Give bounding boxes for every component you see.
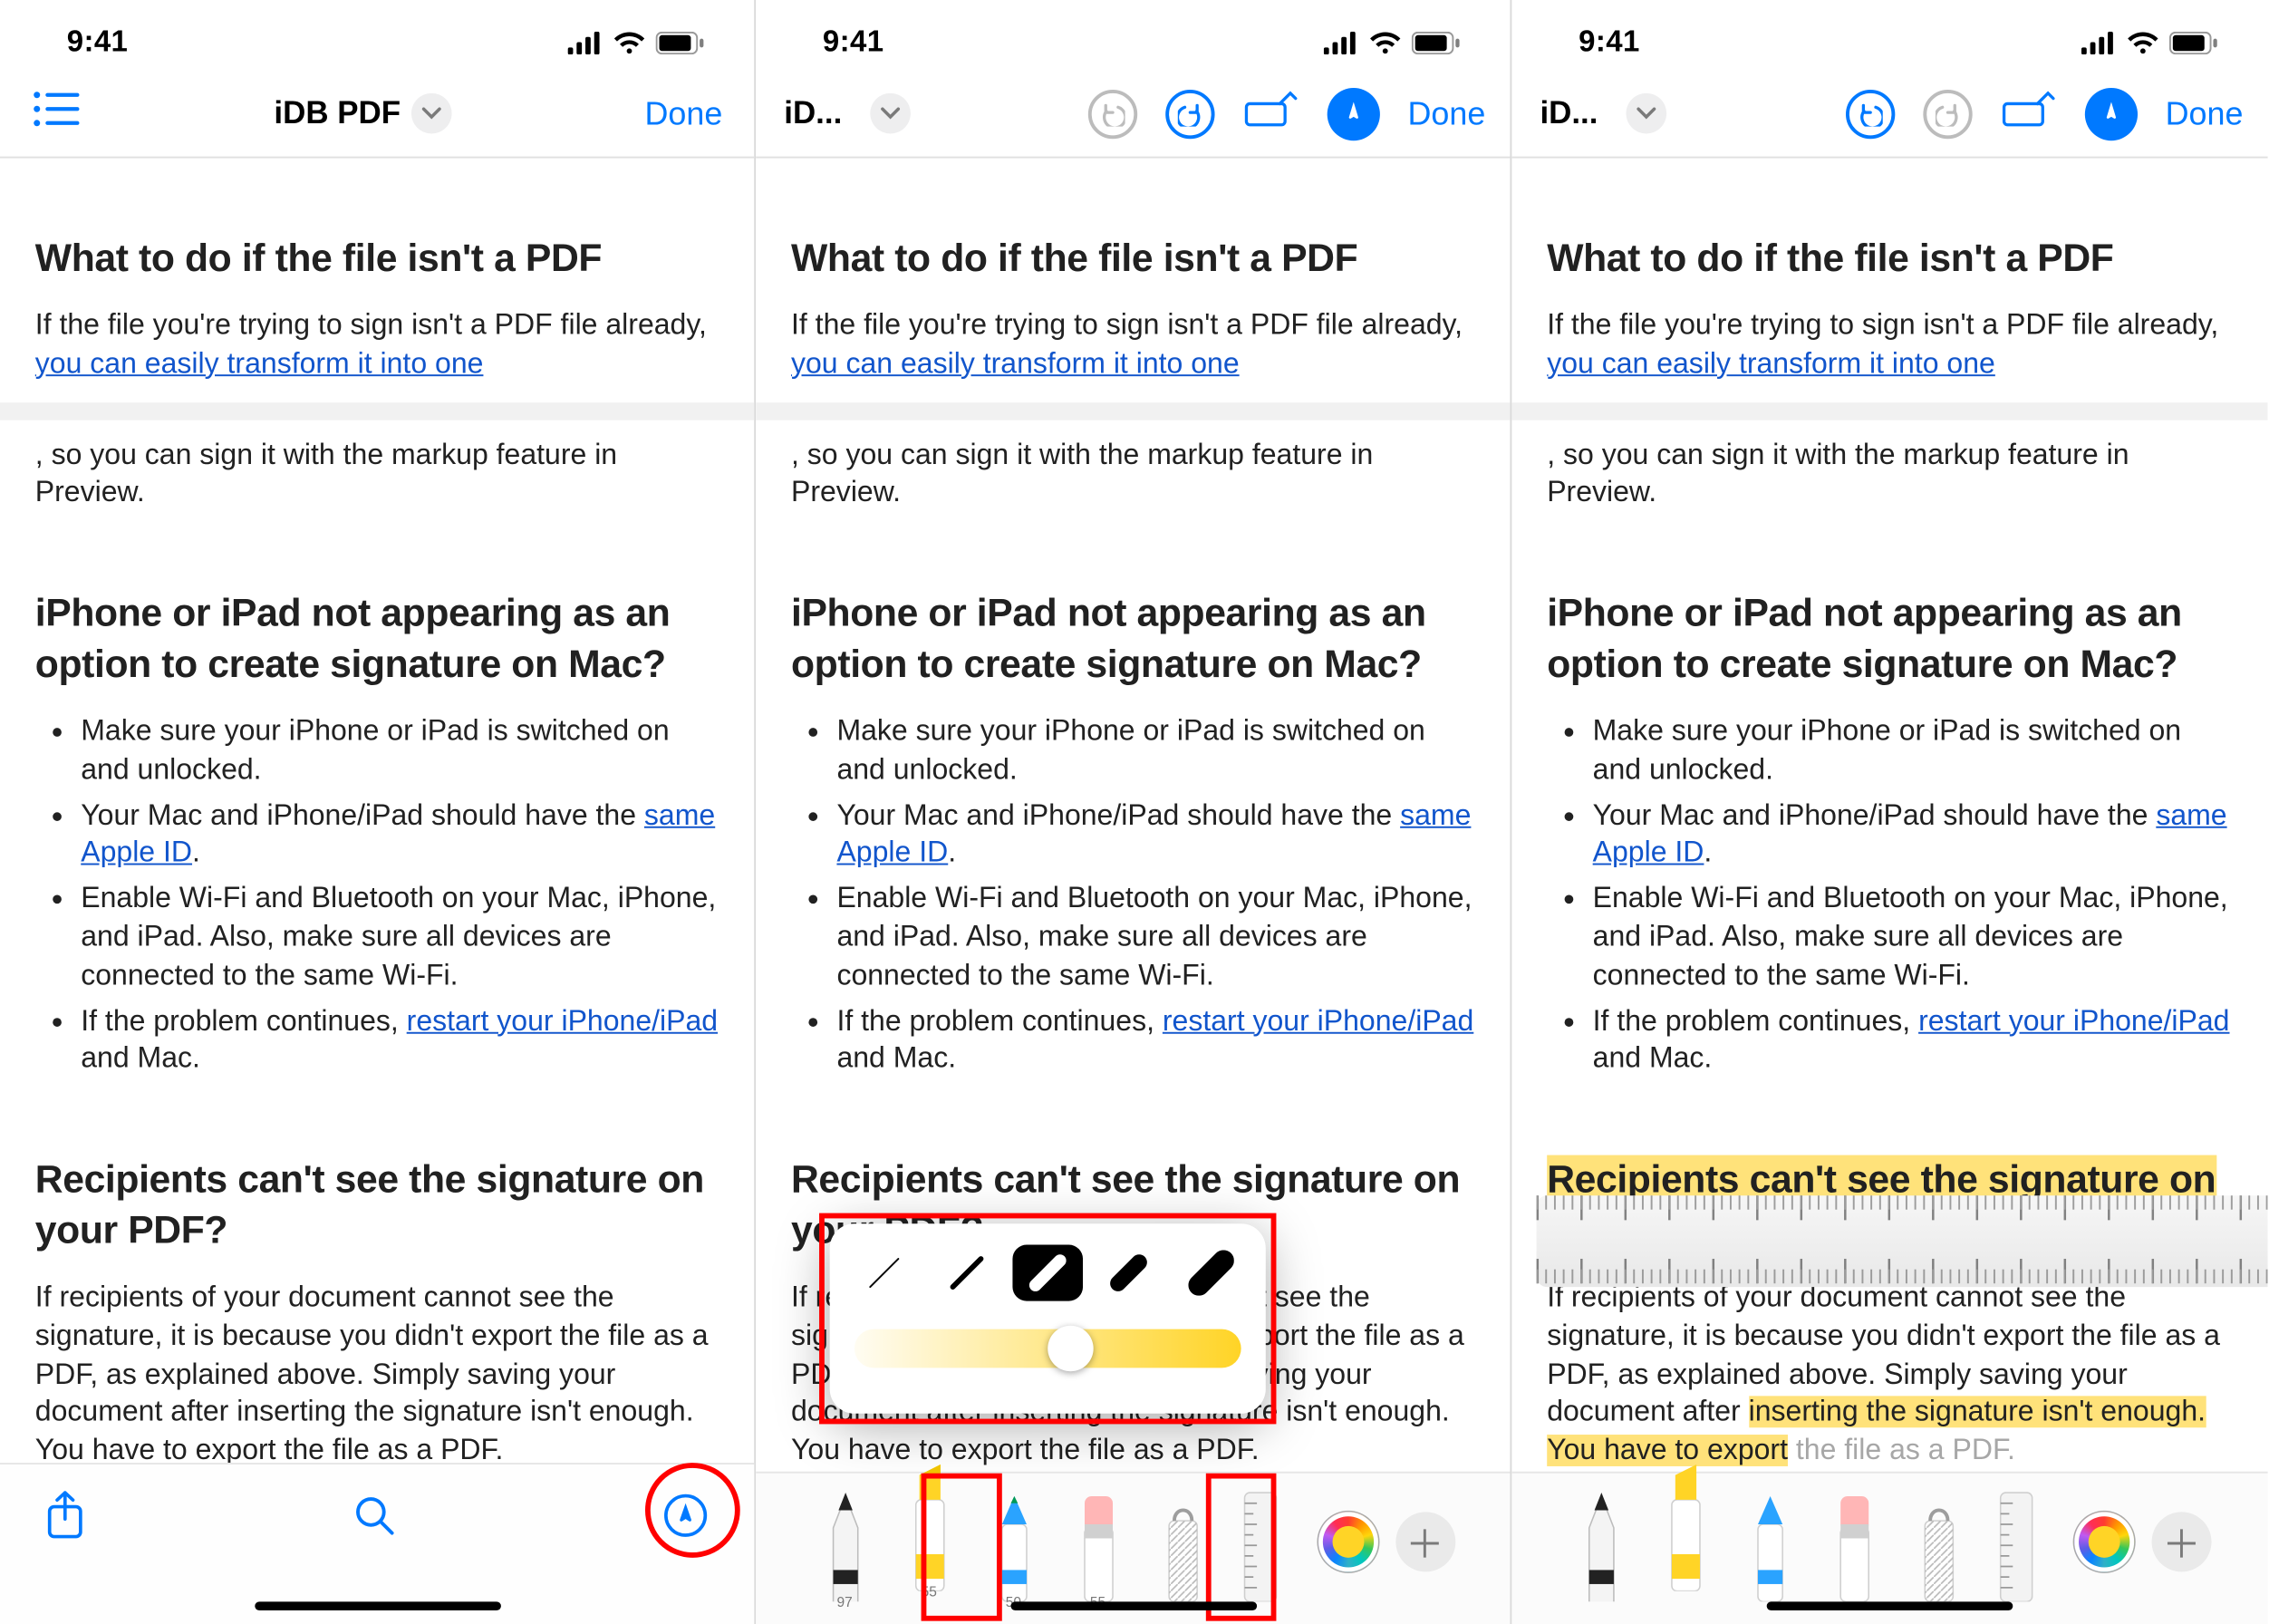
autoshape-button[interactable] (2000, 90, 2056, 137)
color-picker[interactable] (2074, 1512, 2134, 1571)
add-button[interactable]: ＋ (1395, 1512, 1454, 1571)
annotation-rect (819, 1213, 1276, 1425)
redo-button[interactable] (1923, 89, 1972, 138)
wifi-icon (613, 31, 645, 53)
markup-navbar: iD... Done (756, 71, 1510, 159)
home-indicator[interactable] (254, 1601, 500, 1610)
heading: Recipients can't see the signature on yo… (35, 1154, 719, 1256)
wifi-icon (1369, 31, 1401, 53)
tool-eraser[interactable] (1821, 1479, 1888, 1611)
cellular-icon (568, 31, 603, 53)
heading: iPhone or iPad not appearing as an optio… (35, 587, 719, 690)
markup-navbar: iD... Done (1511, 71, 2267, 159)
cellular-icon (2081, 31, 2117, 53)
screenshot-3: 9:41 iD... Done What to do if the file i… (1511, 0, 2267, 1624)
chevron-down-icon (411, 93, 452, 134)
tool-eraser[interactable]: 55 (1065, 1479, 1132, 1611)
tool-pen[interactable] (1568, 1479, 1635, 1611)
navbar: iDB PDF Done (0, 71, 754, 159)
annotation-rect (1206, 1474, 1277, 1621)
share-button[interactable] (45, 1491, 84, 1549)
stroke-options-popover[interactable] (830, 1223, 1266, 1414)
page-title[interactable]: iD... (1540, 95, 1598, 132)
home-indicator[interactable] (1010, 1601, 1257, 1610)
status-bar: 9:41 (0, 0, 754, 71)
done-button[interactable]: Done (644, 94, 722, 133)
tool-pen[interactable]: 97 (811, 1479, 878, 1611)
page-title[interactable]: iDB PDF (274, 93, 451, 134)
ruler-overlay[interactable] (1511, 1182, 2267, 1301)
annotation-circle (645, 1463, 740, 1558)
battery-icon (2169, 31, 2218, 53)
screenshot-1: 9:41 iDB PDF Done What to do if the file… (0, 0, 756, 1624)
tool-pencil[interactable] (1737, 1479, 1804, 1611)
undo-button[interactable] (1846, 89, 1895, 138)
status-time: 9:41 (67, 24, 129, 60)
pdf-content[interactable]: What to do if the file isn't a PDF If th… (1511, 159, 2267, 1509)
screenshot-2: 9:41 iD... Done What to do if the file i… (756, 0, 1511, 1624)
link-transform[interactable]: you can easily transform it into one (35, 348, 484, 380)
pdf-content[interactable]: What to do if the file isn't a PDF If th… (0, 159, 754, 1509)
tool-lasso[interactable] (1906, 1479, 1973, 1611)
status-time: 9:41 (1579, 24, 1640, 60)
tool-highlighter[interactable] (1653, 1457, 1720, 1600)
wifi-icon (2127, 31, 2158, 53)
done-button[interactable]: Done (2166, 94, 2244, 133)
chevron-down-icon[interactable] (1627, 93, 1667, 134)
markup-toggle[interactable] (2084, 87, 2137, 140)
add-button[interactable]: ＋ (2152, 1512, 2212, 1571)
done-button[interactable]: Done (1407, 94, 1485, 133)
home-indicator[interactable] (1767, 1601, 2013, 1610)
redo-button[interactable] (1165, 89, 1214, 138)
markup-toggle[interactable] (1327, 87, 1379, 140)
search-button[interactable] (352, 1494, 395, 1545)
status-indicators (568, 31, 705, 53)
status-bar: 9:41 (756, 0, 1510, 71)
bottom-toolbar (0, 1463, 754, 1624)
status-bar: 9:41 (1511, 0, 2267, 71)
undo-button[interactable] (1087, 89, 1136, 138)
color-picker[interactable] (1318, 1512, 1377, 1571)
heading: What to do if the file isn't a PDF (35, 232, 719, 283)
toc-button[interactable] (32, 90, 81, 137)
chevron-down-icon[interactable] (870, 93, 911, 134)
battery-icon (656, 31, 705, 53)
status-time: 9:41 (823, 24, 884, 60)
autoshape-button[interactable] (1242, 90, 1299, 137)
battery-icon (1412, 31, 1461, 53)
tool-ruler[interactable] (1990, 1479, 2057, 1611)
annotation-rect (922, 1474, 1002, 1621)
cellular-icon (1324, 31, 1359, 53)
page-title[interactable]: iD... (784, 95, 842, 132)
